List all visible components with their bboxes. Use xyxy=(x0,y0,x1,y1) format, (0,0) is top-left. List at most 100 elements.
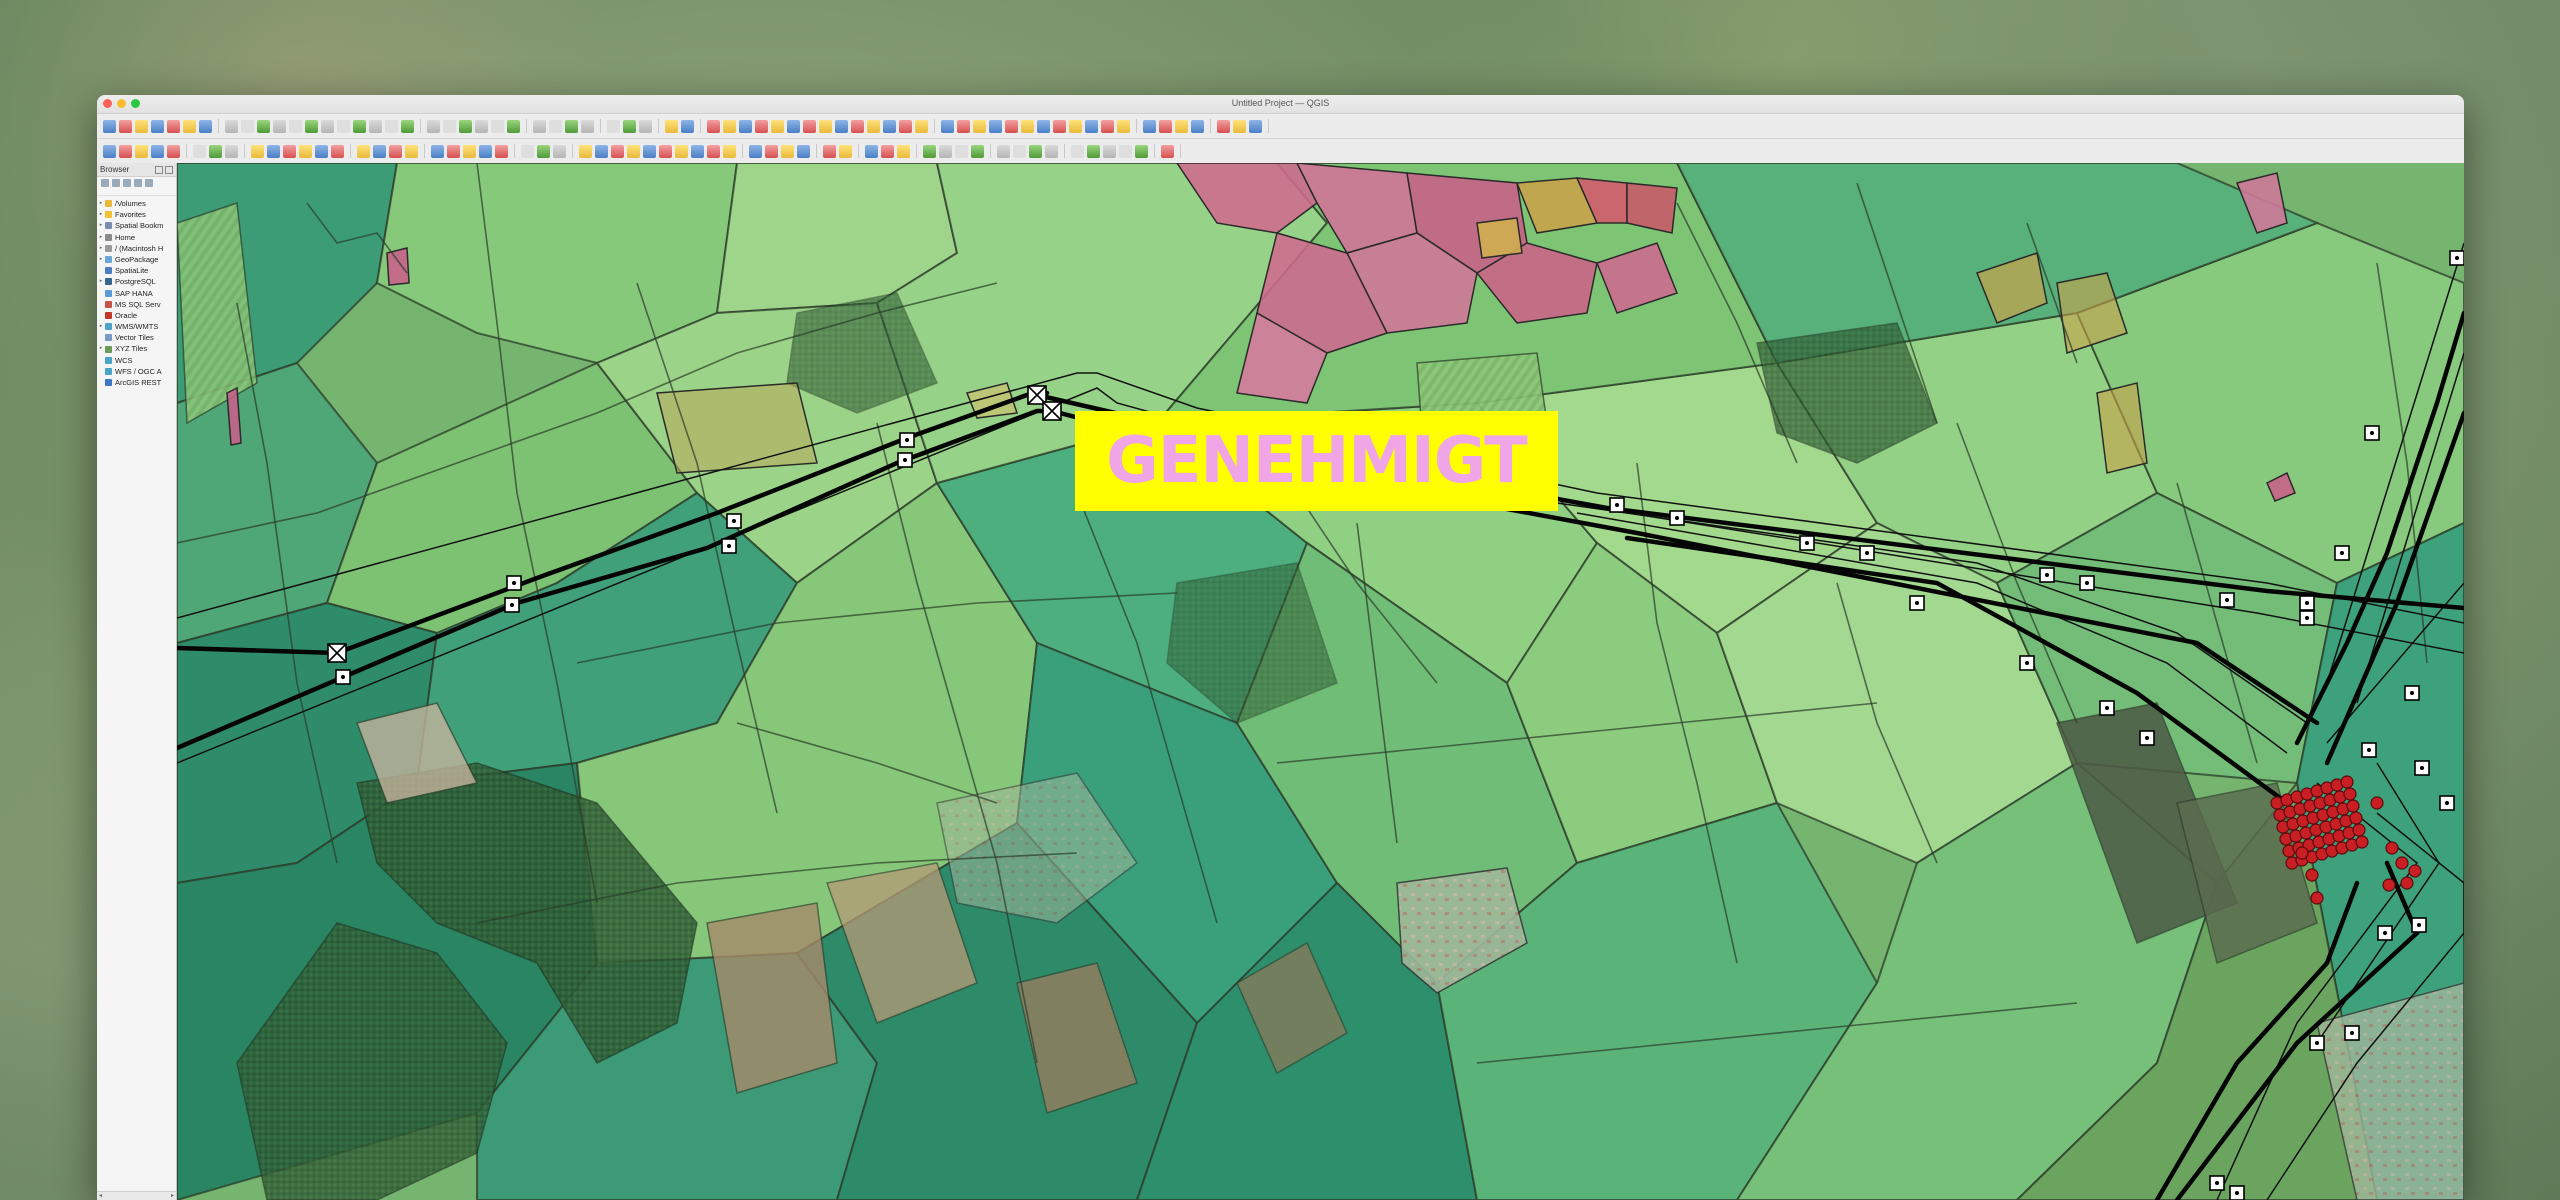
map-canvas[interactable]: GENEHMIGT xyxy=(177,163,2464,1200)
expand-arrow-icon[interactable]: ▸ xyxy=(97,209,105,220)
secondary-tool-button[interactable] xyxy=(955,144,968,158)
main-tool-button[interactable] xyxy=(1217,119,1230,133)
main-tool-button[interactable] xyxy=(475,119,488,133)
main-tool-button[interactable] xyxy=(385,119,398,133)
collapse-all-icon[interactable] xyxy=(134,179,142,187)
secondary-tool-button[interactable] xyxy=(627,144,640,158)
secondary-tool-button[interactable] xyxy=(939,144,952,158)
secondary-tool-button[interactable] xyxy=(251,144,264,158)
secondary-tool-button[interactable] xyxy=(1161,144,1174,158)
main-tool-button[interactable] xyxy=(353,119,366,133)
secondary-tool-button[interactable] xyxy=(723,144,736,158)
main-tool-button[interactable] xyxy=(151,119,164,133)
secondary-tool-button[interactable] xyxy=(357,144,370,158)
main-tool-button[interactable] xyxy=(723,119,736,133)
browser-item[interactable]: WCS xyxy=(97,355,176,366)
main-tool-button[interactable] xyxy=(707,119,720,133)
browser-item[interactable]: Vector Tiles xyxy=(97,332,176,343)
browser-horizontal-scrollbar[interactable]: ◂ ▸ xyxy=(97,1191,176,1200)
main-tool-button[interactable] xyxy=(199,119,212,133)
filter-icon[interactable] xyxy=(123,179,131,187)
secondary-tool-button[interactable] xyxy=(495,144,508,158)
main-tool-button[interactable] xyxy=(973,119,986,133)
main-tool-button[interactable] xyxy=(883,119,896,133)
main-tool-button[interactable] xyxy=(321,119,334,133)
main-tool-button[interactable] xyxy=(681,119,694,133)
main-tool-button[interactable] xyxy=(1101,119,1114,133)
scroll-left-icon[interactable]: ◂ xyxy=(99,1192,102,1200)
secondary-tool-button[interactable] xyxy=(553,144,566,158)
browser-item[interactable]: MS SQL Serv xyxy=(97,299,176,310)
browser-item[interactable]: Oracle xyxy=(97,310,176,321)
main-tool-button[interactable] xyxy=(289,119,302,133)
main-tool-button[interactable] xyxy=(623,119,636,133)
main-tool-button[interactable] xyxy=(739,119,752,133)
main-tool-button[interactable] xyxy=(941,119,954,133)
expand-arrow-icon[interactable]: ▸ xyxy=(97,343,105,354)
float-panel-icon[interactable] xyxy=(155,166,163,174)
main-tool-button[interactable] xyxy=(1159,119,1172,133)
browser-item[interactable]: ▸ WMS/WMTS xyxy=(97,321,176,332)
main-tool-button[interactable] xyxy=(771,119,784,133)
main-tool-button[interactable] xyxy=(1037,119,1050,133)
main-tool-button[interactable] xyxy=(549,119,562,133)
main-tool-button[interactable] xyxy=(1021,119,1034,133)
main-tool-button[interactable] xyxy=(401,119,414,133)
main-tool-button[interactable] xyxy=(565,119,578,133)
main-tool-button[interactable] xyxy=(427,119,440,133)
secondary-tool-button[interactable] xyxy=(447,144,460,158)
secondary-tool-button[interactable] xyxy=(537,144,550,158)
main-tool-button[interactable] xyxy=(989,119,1002,133)
browser-item[interactable]: SpatiaLite xyxy=(97,265,176,276)
main-tool-button[interactable] xyxy=(1117,119,1130,133)
secondary-tool-button[interactable] xyxy=(151,144,164,158)
close-panel-icon[interactable] xyxy=(165,166,173,174)
secondary-tool-button[interactable] xyxy=(315,144,328,158)
main-tool-button[interactable] xyxy=(1143,119,1156,133)
secondary-tool-button[interactable] xyxy=(135,144,148,158)
main-tool-button[interactable] xyxy=(639,119,652,133)
browser-item[interactable]: ArcGIS REST xyxy=(97,377,176,388)
main-tool-button[interactable] xyxy=(755,119,768,133)
secondary-tool-button[interactable] xyxy=(299,144,312,158)
expand-arrow-icon[interactable]: ▸ xyxy=(97,220,105,231)
main-tool-button[interactable] xyxy=(867,119,880,133)
expand-arrow-icon[interactable]: ▸ xyxy=(97,321,105,332)
secondary-tool-button[interactable] xyxy=(707,144,720,158)
secondary-tool-button[interactable] xyxy=(881,144,894,158)
secondary-tool-button[interactable] xyxy=(971,144,984,158)
main-tool-button[interactable] xyxy=(787,119,800,133)
main-tool-button[interactable] xyxy=(819,119,832,133)
main-tool-button[interactable] xyxy=(491,119,504,133)
browser-item[interactable]: ▸ Favorites xyxy=(97,209,176,220)
secondary-tool-button[interactable] xyxy=(521,144,534,158)
browser-item[interactable]: ▸ XYZ Tiles xyxy=(97,343,176,354)
main-tool-button[interactable] xyxy=(1005,119,1018,133)
secondary-tool-button[interactable] xyxy=(675,144,688,158)
secondary-tool-button[interactable] xyxy=(781,144,794,158)
secondary-tool-button[interactable] xyxy=(765,144,778,158)
main-tool-button[interactable] xyxy=(851,119,864,133)
secondary-tool-button[interactable] xyxy=(659,144,672,158)
properties-icon[interactable] xyxy=(145,179,153,187)
secondary-tool-button[interactable] xyxy=(579,144,592,158)
expand-arrow-icon[interactable]: ▸ xyxy=(97,232,105,243)
main-tool-button[interactable] xyxy=(1085,119,1098,133)
secondary-tool-button[interactable] xyxy=(691,144,704,158)
main-tool-button[interactable] xyxy=(607,119,620,133)
main-tool-button[interactable] xyxy=(257,119,270,133)
main-tool-button[interactable] xyxy=(225,119,238,133)
main-tool-button[interactable] xyxy=(803,119,816,133)
browser-item[interactable]: ▸ Spatial Bookm xyxy=(97,220,176,231)
browser-item[interactable]: ▸ / (Macintosh H xyxy=(97,243,176,254)
main-tool-button[interactable] xyxy=(459,119,472,133)
main-tool-button[interactable] xyxy=(183,119,196,133)
secondary-tool-button[interactable] xyxy=(463,144,476,158)
secondary-tool-button[interactable] xyxy=(897,144,910,158)
secondary-tool-button[interactable] xyxy=(1103,144,1116,158)
secondary-tool-button[interactable] xyxy=(1013,144,1026,158)
secondary-tool-button[interactable] xyxy=(1119,144,1132,158)
main-tool-button[interactable] xyxy=(533,119,546,133)
browser-item[interactable]: ▸ PostgreSQL xyxy=(97,276,176,287)
main-tool-button[interactable] xyxy=(167,119,180,133)
